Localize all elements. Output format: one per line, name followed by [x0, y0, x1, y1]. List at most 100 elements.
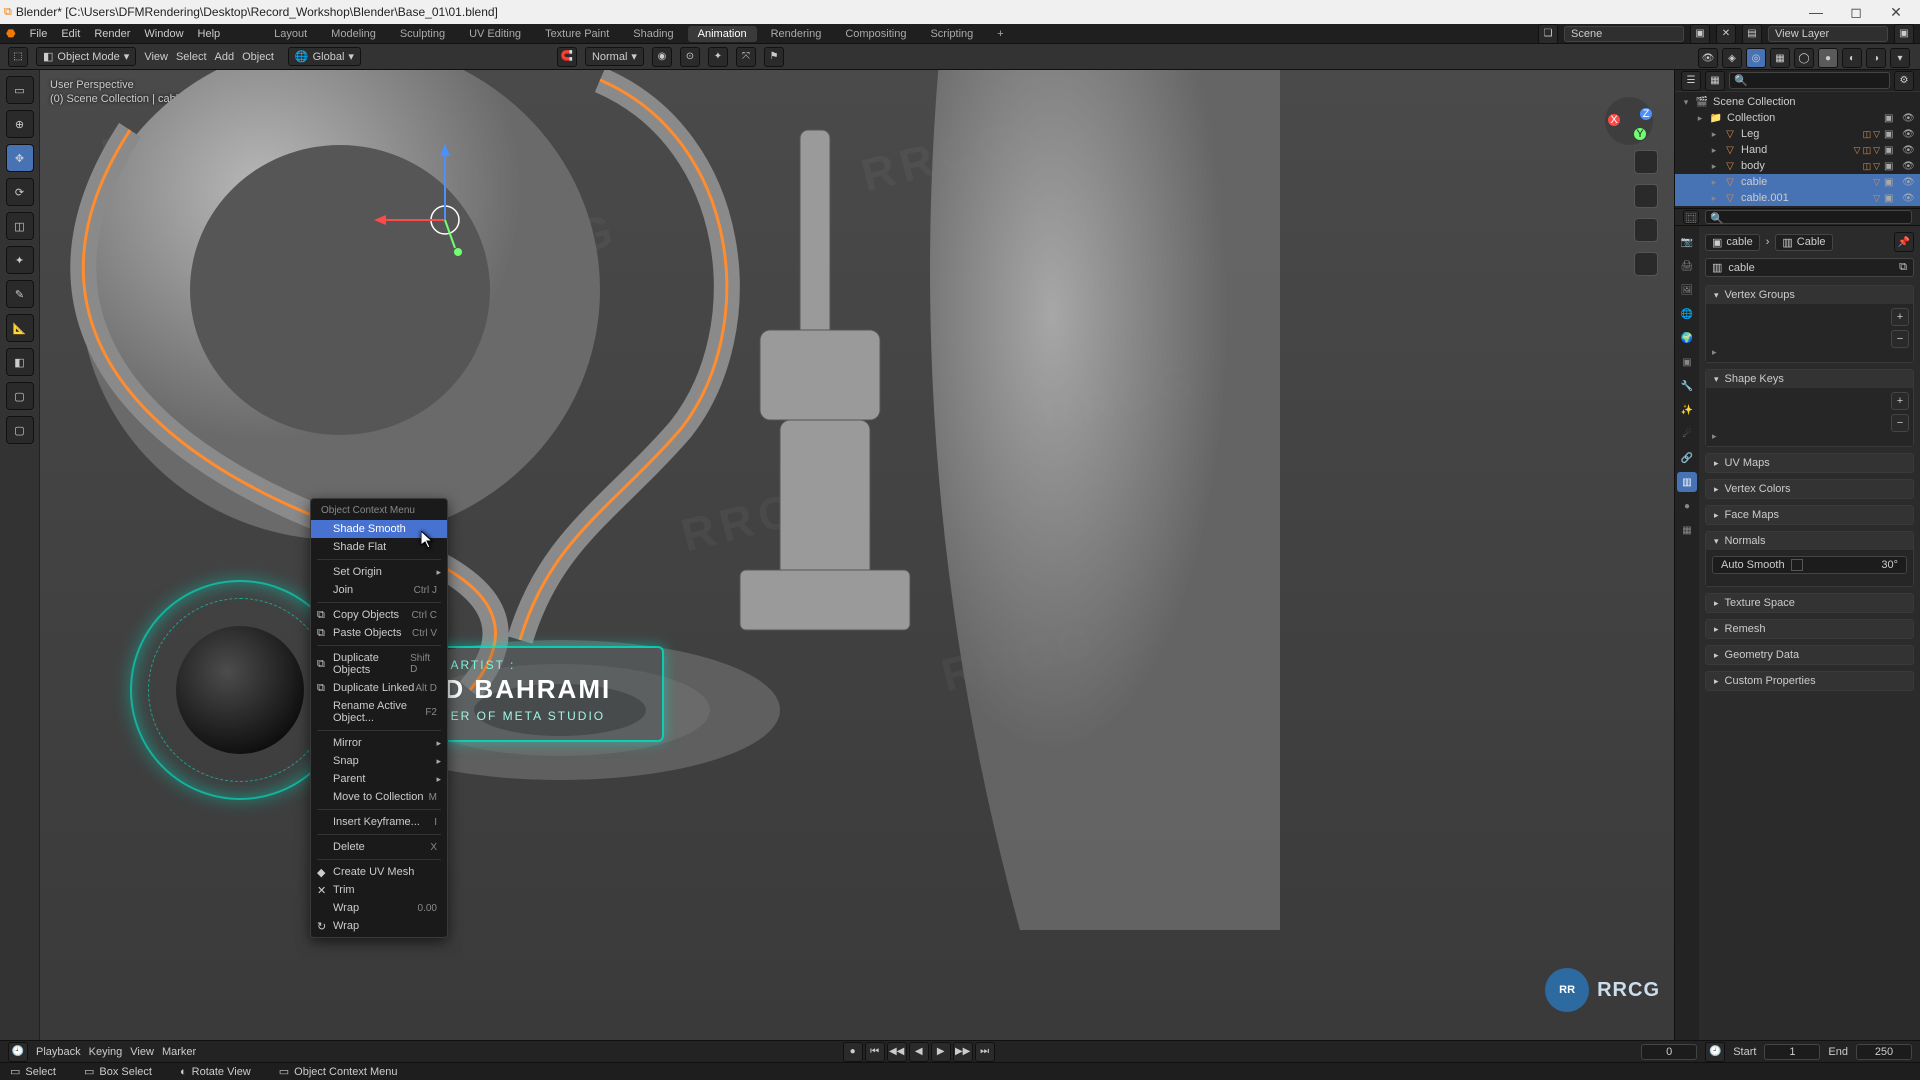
select-tool[interactable]: ▭: [6, 76, 34, 104]
ctx-duplicate-objects[interactable]: Duplicate Objects⧉Shift D: [311, 649, 447, 679]
viewport-toggle[interactable]: 👁: [1902, 161, 1916, 172]
orientation-dropdown[interactable]: 🌐 Global ▾: [288, 47, 361, 66]
pin-icon[interactable]: 📌: [1894, 232, 1914, 252]
modifier-tab[interactable]: 🔧: [1677, 376, 1697, 396]
auto-key-toggle[interactable]: ●: [843, 1042, 863, 1062]
scale-tool[interactable]: ◫: [6, 212, 34, 240]
wireframe-shading[interactable]: ◯: [1794, 48, 1814, 68]
viewport-toggle[interactable]: 👁: [1902, 129, 1916, 140]
play[interactable]: ▶: [931, 1042, 951, 1062]
overlay-toggle[interactable]: ◎: [1746, 48, 1766, 68]
overlay-dropdown[interactable]: ⤧: [736, 47, 756, 67]
perspective-toggle[interactable]: [1634, 252, 1658, 276]
view-layer-field[interactable]: View Layer: [1768, 26, 1888, 42]
properties-search[interactable]: 🔍: [1705, 210, 1912, 224]
menu-render[interactable]: Render: [94, 28, 130, 40]
frame-mode-icon[interactable]: 🕘: [1705, 1042, 1725, 1062]
shading-options[interactable]: ▾: [1890, 48, 1910, 68]
remove-button[interactable]: −: [1891, 414, 1909, 432]
close-button[interactable]: ✕: [1876, 4, 1916, 21]
mode-dropdown[interactable]: ◧ Object Mode ▾: [36, 47, 136, 66]
tab-texture-paint[interactable]: Texture Paint: [535, 26, 619, 42]
zoom-button[interactable]: [1634, 150, 1658, 174]
mesh-name-field[interactable]: ▥ cable ⧉: [1705, 258, 1914, 277]
tab-modeling[interactable]: Modeling: [321, 26, 386, 42]
outliner-mode-icon[interactable]: ▦: [1705, 71, 1725, 91]
xray-toggle[interactable]: ▦: [1770, 48, 1790, 68]
scene-browse-icon[interactable]: ❏: [1538, 24, 1558, 44]
current-frame[interactable]: 0: [1641, 1044, 1697, 1060]
outliner-root[interactable]: ▾🎬Scene Collection: [1675, 94, 1920, 110]
ctx-rename-active-object-[interactable]: Rename Active Object...F2: [311, 697, 447, 727]
solid-shading[interactable]: ●: [1818, 48, 1838, 68]
shading-dropdown[interactable]: Normal ▾: [585, 47, 644, 66]
editor-type-icon[interactable]: ⬚: [8, 47, 28, 67]
outliner-item-Collection[interactable]: ▸📁Collection▣👁: [1675, 110, 1920, 126]
hide-toggle[interactable]: ▣: [1884, 145, 1898, 156]
prev-key[interactable]: ◀◀: [887, 1042, 907, 1062]
start-frame[interactable]: 1: [1764, 1044, 1820, 1060]
annotate-tool[interactable]: ✎: [6, 280, 34, 308]
header-add[interactable]: Add: [215, 51, 235, 63]
viewlayer-tab[interactable]: 🖼: [1677, 280, 1697, 300]
viewport-3d[interactable]: User Perspective (0) Scene Collection | …: [40, 70, 1674, 1040]
menu-file[interactable]: File: [30, 28, 48, 40]
ctx-snap[interactable]: Snap▸: [311, 752, 447, 770]
outliner-item-Hand[interactable]: ▸▽Hand▽◫▽▣👁: [1675, 142, 1920, 158]
timeline-type-icon[interactable]: 🕘: [8, 1042, 28, 1062]
remove-button[interactable]: −: [1891, 330, 1909, 348]
tab-sculpting[interactable]: Sculpting: [390, 26, 455, 42]
ctx-wrap[interactable]: Wrap0.00: [311, 899, 447, 917]
object-tab[interactable]: ▣: [1677, 352, 1697, 372]
panel-header[interactable]: ▸Custom Properties: [1706, 672, 1913, 690]
end-frame[interactable]: 250: [1856, 1044, 1912, 1060]
proportional-edit-toggle[interactable]: ◉: [652, 47, 672, 67]
timeline-playback[interactable]: Playback: [36, 1046, 81, 1058]
material-shading[interactable]: ◐: [1842, 48, 1862, 68]
scene-new-button[interactable]: ▣: [1690, 24, 1710, 44]
physics-tab[interactable]: ☄: [1677, 424, 1697, 444]
header-object[interactable]: Object: [242, 51, 274, 63]
ctx-set-origin[interactable]: Set Origin▸: [311, 563, 447, 581]
header-select[interactable]: Select: [176, 51, 207, 63]
add-workspace-button[interactable]: +: [987, 26, 1013, 42]
menu-window[interactable]: Window: [144, 28, 183, 40]
menu-help[interactable]: Help: [198, 28, 221, 40]
timeline-keying[interactable]: Keying: [89, 1046, 123, 1058]
output-tab[interactable]: 🖨: [1677, 256, 1697, 276]
panel-header[interactable]: ▸Vertex Colors: [1706, 480, 1913, 498]
auto-smooth-checkbox[interactable]: [1791, 559, 1803, 571]
outliner-tree[interactable]: ▾🎬Scene Collection▸📁Collection▣👁▸▽Leg◫▽▣…: [1675, 92, 1920, 208]
panel-header[interactable]: ▾Normals: [1706, 532, 1913, 550]
panel-header[interactable]: ▸Geometry Data: [1706, 646, 1913, 664]
next-key[interactable]: ▶▶: [953, 1042, 973, 1062]
add-button[interactable]: +: [1891, 392, 1909, 410]
ctx-paste-objects[interactable]: Paste Objects⧉Ctrl V: [311, 624, 447, 642]
hide-toggle[interactable]: ▣: [1884, 193, 1898, 204]
timeline-marker[interactable]: Marker: [162, 1046, 196, 1058]
scene-tab[interactable]: 🌐: [1677, 304, 1697, 324]
transform-tool[interactable]: ✦: [6, 246, 34, 274]
scene-pin-button[interactable]: ✕: [1716, 24, 1736, 44]
minimize-button[interactable]: —: [1796, 4, 1836, 20]
outliner-search[interactable]: 🔍: [1729, 72, 1890, 89]
constraints-tab[interactable]: 🔗: [1677, 448, 1697, 468]
visibility-dropdown[interactable]: 👁: [1698, 48, 1718, 68]
datablock-users-icon[interactable]: ⧉: [1899, 261, 1907, 274]
extra-tool-1[interactable]: ▢: [6, 382, 34, 410]
header-view[interactable]: View: [144, 51, 168, 63]
play-reverse[interactable]: ◀: [909, 1042, 929, 1062]
viewport-toggle[interactable]: 👁: [1902, 177, 1916, 188]
view-axis-gizmo[interactable]: Z X Y: [1602, 94, 1656, 148]
tab-scripting[interactable]: Scripting: [920, 26, 983, 42]
gizmo-dropdown[interactable]: ✦: [708, 47, 728, 67]
ctx-duplicate-linked[interactable]: Duplicate Linked⧉Alt D: [311, 679, 447, 697]
properties-type-icon[interactable]: ⿴: [1683, 210, 1699, 224]
ctx-move-to-collection[interactable]: Move to CollectionM: [311, 788, 447, 806]
particles-tab[interactable]: ✨: [1677, 400, 1697, 420]
menu-edit[interactable]: Edit: [61, 28, 80, 40]
tab-shading[interactable]: Shading: [623, 26, 683, 42]
hide-toggle[interactable]: ▣: [1884, 129, 1898, 140]
hide-toggle[interactable]: ▣: [1884, 113, 1898, 124]
outliner-item-body[interactable]: ▸▽body◫▽▣👁: [1675, 158, 1920, 174]
